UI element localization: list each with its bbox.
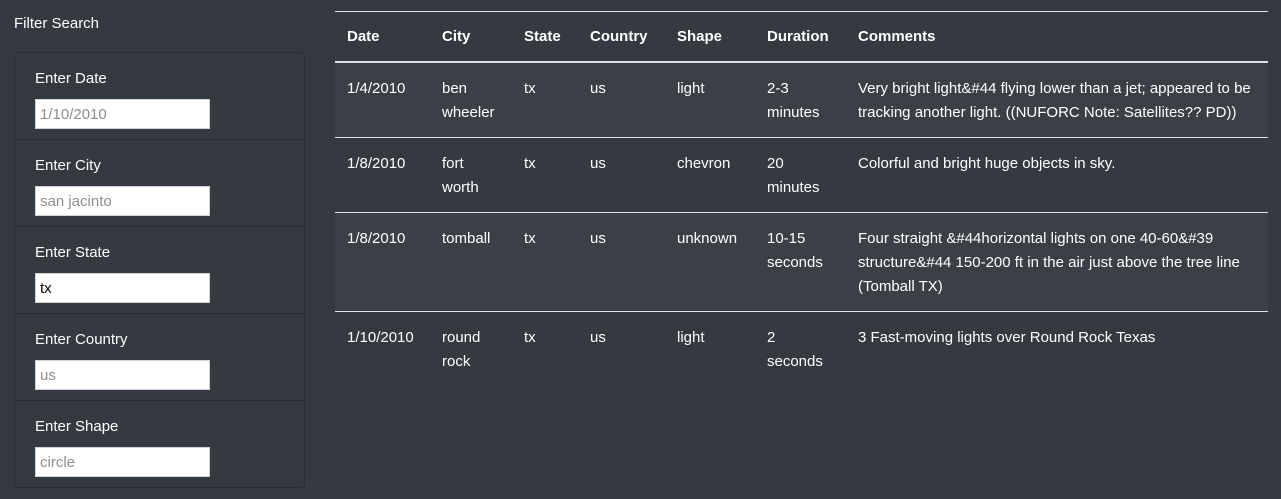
header-country: Country (590, 27, 648, 45)
cell-duration: 2 seconds (767, 328, 823, 370)
cell-country: us (590, 79, 606, 97)
header-duration: Duration (767, 27, 829, 45)
cell-city: fort worth (442, 154, 479, 196)
cell-city: tomball (442, 229, 491, 247)
cell-country: us (590, 229, 606, 247)
date-filter-label: Enter Date (35, 70, 107, 87)
cell-duration: 20 minutes (767, 154, 820, 196)
table-row: 1/10/2010 round rock tx us light 2 secon… (335, 311, 1268, 386)
cell-shape: chevron (677, 154, 731, 172)
cell-state: tx (524, 229, 536, 247)
ufo-results-table: Date City State Country Shape Duration C… (335, 11, 1268, 386)
cell-country: us (590, 154, 606, 172)
cell-state: tx (524, 328, 536, 346)
header-comments: Comments (858, 27, 936, 45)
country-filter-label: Enter Country (35, 331, 128, 348)
table-header: Date City State Country Shape Duration C… (335, 11, 1268, 62)
filter-item-state: Enter State (15, 227, 304, 314)
table-row: 1/8/2010 tomball tx us unknown 10-15 sec… (335, 212, 1268, 311)
filter-item-shape: Enter Shape (15, 401, 304, 488)
header-shape: Shape (677, 27, 723, 45)
cell-shape: light (677, 328, 705, 346)
city-filter-label: Enter City (35, 157, 101, 174)
cell-date: 1/10/2010 (347, 328, 414, 346)
filter-item-city: Enter City (15, 140, 304, 227)
state-filter-input[interactable] (35, 273, 210, 303)
cell-comments: Four straight &#44horizontal lights on o… (858, 229, 1240, 295)
state-filter-label: Enter State (35, 244, 111, 261)
table-body: 1/4/2010 ben wheeler tx us light 2-3 min… (335, 61, 1268, 386)
cell-comments: Very bright light&#44 flying lower than … (858, 79, 1251, 121)
shape-filter-input[interactable] (35, 447, 210, 477)
page: Filter Search Enter Date Enter City Ente… (0, 0, 1281, 499)
filter-item-country: Enter Country (15, 314, 304, 401)
filter-item-date: Enter Date (15, 53, 304, 140)
cell-state: tx (524, 79, 536, 97)
cell-date: 1/8/2010 (347, 229, 406, 247)
filter-sidebar: Filter Search Enter Date Enter City Ente… (0, 0, 320, 499)
shape-filter-label: Enter Shape (35, 418, 119, 435)
cell-date: 1/4/2010 (347, 79, 406, 97)
cell-shape: light (677, 79, 705, 97)
results-table-container: Date City State Country Shape Duration C… (335, 11, 1268, 386)
cell-shape: unknown (677, 229, 738, 247)
table-header-row: Date City State Country Shape Duration C… (335, 11, 1268, 62)
cell-comments: Colorful and bright huge objects in sky. (858, 154, 1116, 172)
cell-country: us (590, 328, 606, 346)
country-filter-input[interactable] (35, 360, 210, 390)
cell-duration: 2-3 minutes (767, 79, 820, 121)
city-filter-input[interactable] (35, 186, 210, 216)
cell-comments: 3 Fast-moving lights over Round Rock Tex… (858, 328, 1156, 346)
header-city: City (442, 27, 471, 45)
cell-date: 1/8/2010 (347, 154, 406, 172)
table-row: 1/8/2010 fort worth tx us chevron 20 min… (335, 137, 1268, 212)
cell-city: round rock (442, 328, 481, 370)
filter-search-title: Filter Search (14, 15, 100, 32)
header-date: Date (347, 27, 380, 45)
table-row: 1/4/2010 ben wheeler tx us light 2-3 min… (335, 61, 1268, 137)
cell-state: tx (524, 154, 536, 172)
date-filter-input[interactable] (35, 99, 210, 129)
filter-list: Enter Date Enter City Enter State Enter … (14, 52, 305, 488)
cell-duration: 10-15 seconds (767, 229, 823, 271)
cell-city: ben wheeler (442, 79, 495, 121)
header-state: State (524, 27, 561, 45)
